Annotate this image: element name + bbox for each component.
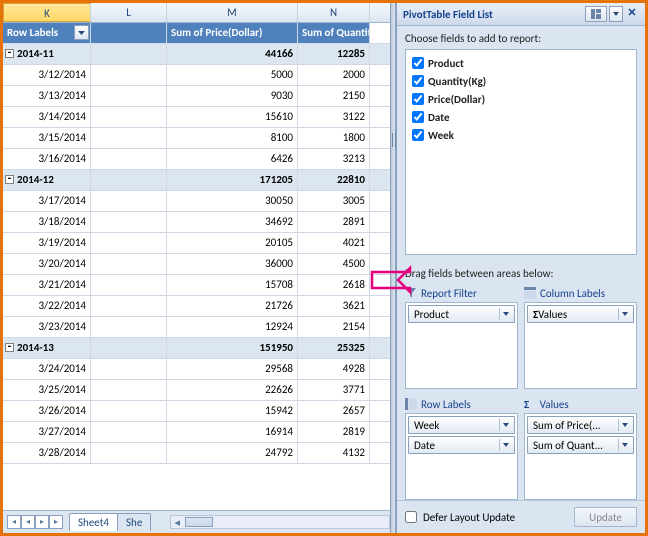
table-row[interactable]: 3/27/2014169142819 <box>3 422 390 443</box>
field-pill[interactable]: Sum of Quant... <box>527 436 634 454</box>
spreadsheet-area: K L M N Row Labels Sum of Price(Dollar) … <box>3 3 390 533</box>
field-item[interactable]: Quantity(Kg) <box>412 72 630 90</box>
field-item[interactable]: Price(Dollar) <box>412 90 630 108</box>
pill-dropdown-icon[interactable] <box>499 419 511 431</box>
filter-dropdown-icon[interactable] <box>74 25 89 40</box>
column-labels-box[interactable]: Σ Values <box>524 302 637 389</box>
table-row[interactable]: 3/13/201490302150 <box>3 86 390 107</box>
field-pill[interactable]: Date <box>408 436 515 454</box>
row-labels-box[interactable]: Week Date <box>405 413 518 500</box>
table-row[interactable]: -2014-1315195025325 <box>3 338 390 359</box>
field-checkbox[interactable] <box>412 111 424 123</box>
area-title-columns: Column Labels <box>524 284 637 302</box>
col-header-M[interactable]: M <box>167 3 298 22</box>
table-row[interactable]: -2014-1217120522810 <box>3 170 390 191</box>
defer-update-label: Defer Layout Update <box>423 511 515 524</box>
pill-dropdown-icon[interactable] <box>499 308 511 320</box>
table-row[interactable]: 3/26/2014159422657 <box>3 401 390 422</box>
pill-dropdown-icon[interactable] <box>499 439 511 451</box>
pane-title-bar: PivotTable Field List ✕ <box>397 3 645 26</box>
table-row[interactable]: 3/18/2014346922891 <box>3 212 390 233</box>
table-row[interactable]: 3/23/2014129242154 <box>3 317 390 338</box>
col-header-N[interactable]: N <box>298 3 370 22</box>
close-icon[interactable]: ✕ <box>625 7 639 21</box>
collapse-icon[interactable]: - <box>5 175 14 184</box>
collapse-icon[interactable]: - <box>5 49 14 58</box>
col-header-K[interactable]: K <box>3 3 91 22</box>
sheet-tab-active[interactable]: Sheet4 <box>69 513 118 531</box>
header-blank <box>91 23 167 43</box>
field-item[interactable]: Week <box>412 126 630 144</box>
drag-label: Drag fields between areas below: <box>397 259 645 284</box>
table-row[interactable]: 3/24/2014295684928 <box>3 359 390 380</box>
pane-footer: Defer Layout Update Update <box>397 500 645 533</box>
sheet-tab-bar: ◂◂▸▸ Sheet4 She ◂ <box>3 510 390 533</box>
field-pill[interactable]: Week <box>408 416 515 434</box>
update-button[interactable]: Update <box>574 507 637 527</box>
header-price[interactable]: Sum of Price(Dollar) <box>167 23 298 43</box>
field-item[interactable]: Product <box>412 54 630 72</box>
area-title-filter: Report Filter <box>405 284 518 302</box>
field-pill[interactable]: Product <box>408 305 515 323</box>
pill-dropdown-icon[interactable] <box>618 419 630 431</box>
sheet-tab[interactable]: She <box>117 513 151 531</box>
field-pill[interactable]: Sum of Price(... <box>527 416 634 434</box>
field-checkbox[interactable] <box>412 75 424 87</box>
horizontal-scrollbar[interactable]: ◂ <box>170 515 390 529</box>
layout-dropdown[interactable] <box>609 6 623 22</box>
field-item[interactable]: Date <box>412 108 630 126</box>
table-row[interactable]: 3/28/2014247924132 <box>3 443 390 464</box>
pivot-field-list-pane: PivotTable Field List ✕ Choose fields to… <box>396 3 645 533</box>
col-header-L[interactable]: L <box>91 3 167 22</box>
pill-dropdown-icon[interactable] <box>618 439 630 451</box>
defer-update-checkbox[interactable] <box>405 511 417 523</box>
area-title-values: Σ Values <box>524 395 637 413</box>
grid: Row Labels Sum of Price(Dollar) Sum of Q… <box>3 23 390 510</box>
header-row-labels[interactable]: Row Labels <box>3 23 91 43</box>
field-list[interactable]: ProductQuantity(Kg)Price(Dollar)DateWeek <box>405 49 637 255</box>
table-row[interactable]: 3/25/2014226263771 <box>3 380 390 401</box>
table-row[interactable]: 3/21/2014157082618 <box>3 275 390 296</box>
area-title-rows: Row Labels <box>405 395 518 413</box>
column-headers: K L M N <box>3 3 390 23</box>
table-row[interactable]: 3/20/2014360004500 <box>3 254 390 275</box>
table-row[interactable]: 3/22/2014217263621 <box>3 296 390 317</box>
table-row[interactable]: 3/17/2014300503005 <box>3 191 390 212</box>
table-row[interactable]: 3/12/201450002000 <box>3 65 390 86</box>
layout-options-button[interactable] <box>585 6 607 22</box>
table-row[interactable]: 3/14/2014156103122 <box>3 107 390 128</box>
table-row[interactable]: 3/16/201464263213 <box>3 149 390 170</box>
table-row[interactable]: 3/15/201481001800 <box>3 128 390 149</box>
table-row[interactable]: -2014-114416612285 <box>3 44 390 65</box>
table-row[interactable]: 3/19/2014201054021 <box>3 233 390 254</box>
splitter[interactable] <box>390 3 396 533</box>
pill-dropdown-icon[interactable] <box>618 308 630 320</box>
header-qty[interactable]: Sum of Quantity(Kg) <box>298 23 370 43</box>
report-filter-box[interactable]: Product <box>405 302 518 389</box>
field-checkbox[interactable] <box>412 57 424 69</box>
field-checkbox[interactable] <box>412 129 424 141</box>
field-checkbox[interactable] <box>412 93 424 105</box>
collapse-icon[interactable]: - <box>5 343 14 352</box>
tab-nav[interactable]: ◂◂▸▸ <box>7 515 63 529</box>
values-box[interactable]: Sum of Price(... Sum of Quant... <box>524 413 637 500</box>
pivot-header-row: Row Labels Sum of Price(Dollar) Sum of Q… <box>3 23 390 44</box>
field-pill[interactable]: Σ Values <box>527 305 634 323</box>
choose-fields-label: Choose fields to add to report: <box>405 32 637 45</box>
pane-title: PivotTable Field List <box>403 8 493 21</box>
